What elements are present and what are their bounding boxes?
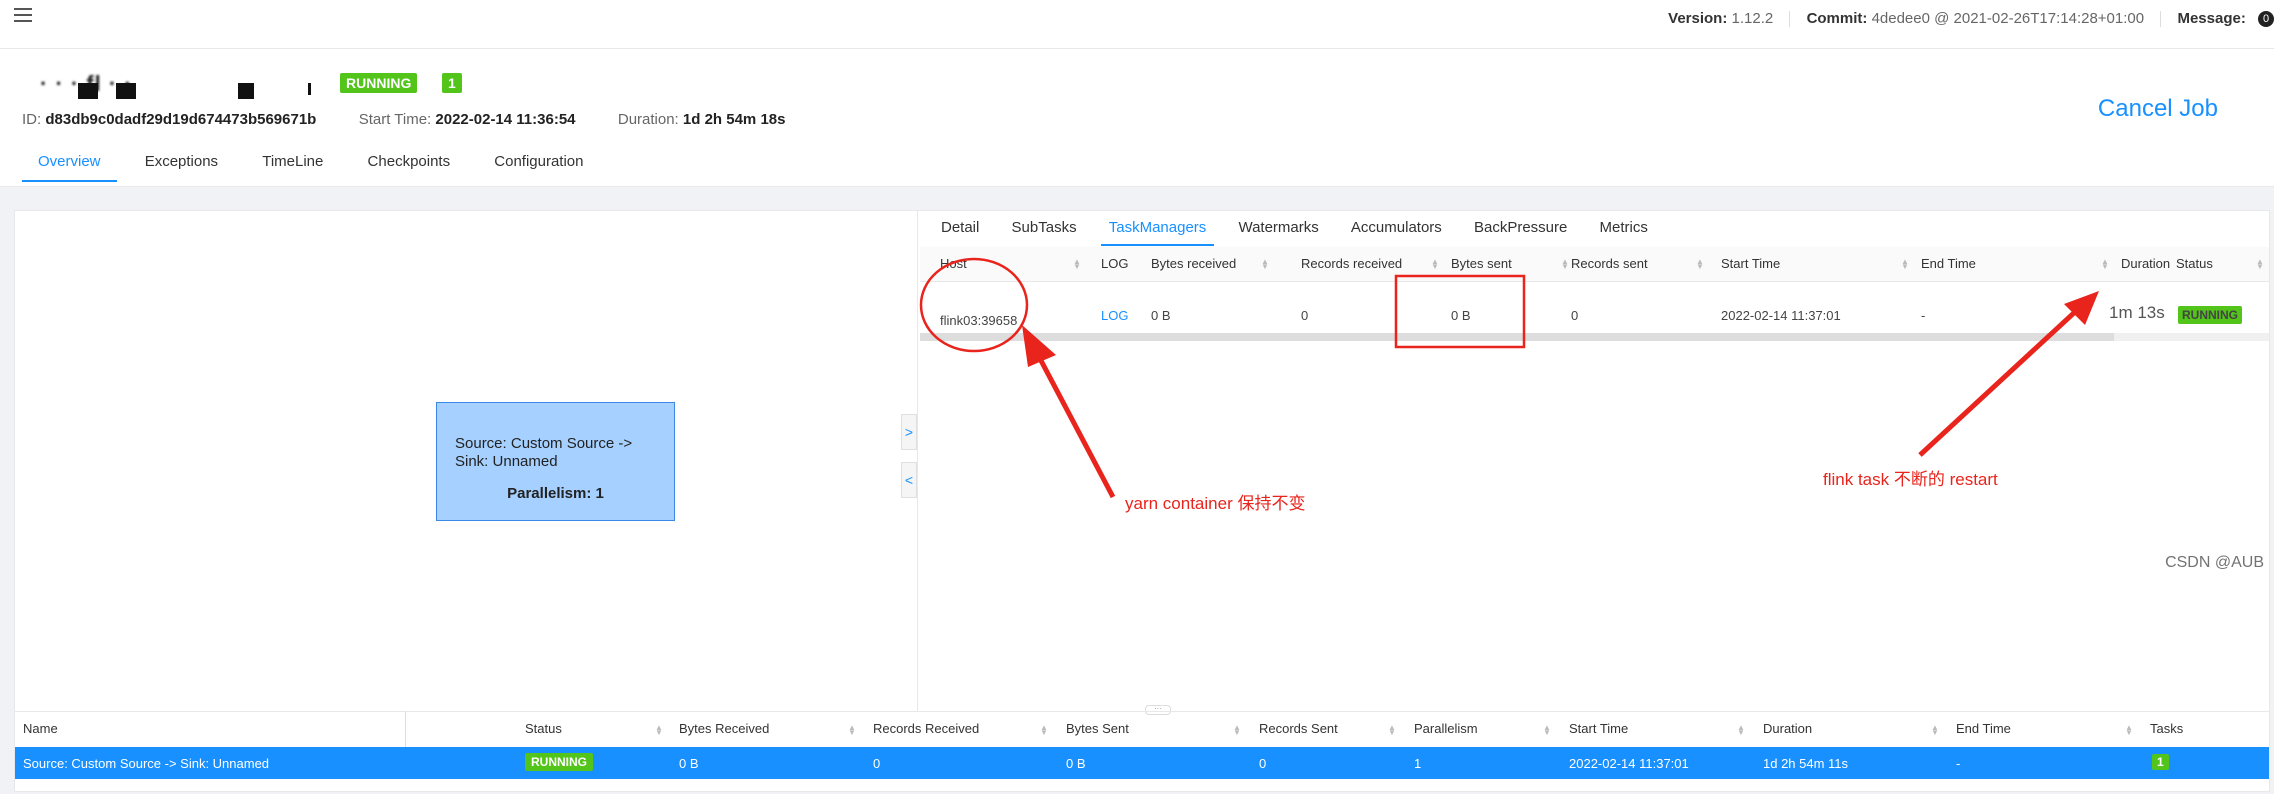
- message-label[interactable]: Message:: [2177, 10, 2245, 27]
- id-label: ID:: [22, 111, 42, 128]
- host-highlight-ellipse: [919, 257, 1029, 353]
- arrow-left-head: [1022, 325, 1056, 367]
- cell-parallelism: 1: [1414, 756, 1422, 771]
- version-value: 1.12.2: [1731, 10, 1774, 27]
- sort-icon[interactable]: ▲ ▼: [1233, 724, 1241, 737]
- job-status-badge: RUNNING: [340, 73, 418, 93]
- cell-name: Source: Custom Source -> Sink: Unnamed: [23, 756, 270, 771]
- col-parallelism[interactable]: Parallelism: [1414, 721, 1478, 736]
- table-row[interactable]: Source: Custom Source -> Sink: Unnamed R…: [15, 747, 2269, 779]
- watermark: CSDN @AUB: [2165, 554, 2264, 571]
- cell-start-time: 2022-02-14 11:37:01: [1569, 756, 1689, 771]
- tab-checkpoints[interactable]: Checkpoints: [352, 153, 467, 180]
- col-tasks[interactable]: Tasks: [2150, 721, 2183, 736]
- cancel-job-button[interactable]: Cancel Job: [2098, 95, 2218, 123]
- id-value: d83db9c0dadf29d19d674473b569671b: [45, 111, 317, 128]
- col-bytes-received[interactable]: Bytes Received: [679, 721, 769, 736]
- col-records-received[interactable]: Records Received: [873, 721, 979, 736]
- tab-timeline[interactable]: TimeLine: [246, 153, 339, 180]
- arrow-left-shaft: [1034, 351, 1116, 499]
- sort-icon[interactable]: ▲ ▼: [1543, 724, 1551, 737]
- sort-icon[interactable]: ▲ ▼: [1931, 724, 1939, 737]
- cell-duration: 1d 2h 54m 11s: [1763, 756, 1849, 771]
- sort-icon[interactable]: ▲ ▼: [1388, 724, 1396, 737]
- duration-label: Duration:: [617, 111, 679, 128]
- col-end-time[interactable]: End Time: [1956, 721, 2011, 736]
- duration-highlight-box: [1394, 274, 1526, 349]
- main-panel: Source: Custom Source -> Sink: Unnamed P…: [14, 210, 2270, 792]
- cell-status-badge: RUNNING: [525, 753, 593, 771]
- sort-icon[interactable]: ▲ ▼: [2125, 724, 2133, 737]
- commit-label: Commit:: [1806, 10, 1868, 27]
- redaction-block: [116, 83, 136, 99]
- annotation-left: yarn container 保持不变: [1125, 494, 1306, 513]
- tab-overview[interactable]: Overview: [22, 153, 117, 182]
- duration-value: 1d 2h 54m 18s: [682, 111, 786, 128]
- annotation-overlay: [919, 257, 2099, 499]
- start-time-value: 2022-02-14 11:36:54: [435, 111, 576, 128]
- cell-bytes-sent: 0 B: [1066, 756, 1086, 771]
- col-start-time[interactable]: Start Time: [1569, 721, 1628, 736]
- col-name[interactable]: Name: [23, 721, 58, 736]
- tab-exceptions[interactable]: Exceptions: [129, 153, 234, 180]
- top-bar: Version: 1.12.2 Commit: 4dedee0 @ 2021-0…: [0, 0, 2274, 49]
- start-time-label: Start Time:: [358, 111, 432, 128]
- sort-icon[interactable]: ▲ ▼: [1040, 724, 1048, 737]
- cell-bytes-received: 0 B: [679, 756, 699, 771]
- cell-records-sent: 0: [1259, 756, 1267, 771]
- sort-icon[interactable]: ▲ ▼: [848, 724, 856, 737]
- version-info: Version: 1.12.2 Commit: 4dedee0 @ 2021-0…: [1668, 10, 2274, 28]
- commit-value: 4dedee0 @ 2021-02-26T17:14:28+01:00: [1871, 10, 2145, 27]
- version-label: Version:: [1668, 10, 1728, 27]
- menu-icon[interactable]: [14, 8, 32, 22]
- cell-tasks-badge: 1: [2152, 754, 2169, 770]
- tab-configuration[interactable]: Configuration: [478, 153, 599, 180]
- col-bytes-sent[interactable]: Bytes Sent: [1066, 721, 1129, 736]
- annotation-right: flink task 不断的 restart: [1823, 470, 1998, 489]
- arrow-right-shaft: [1918, 309, 2078, 457]
- message-badge[interactable]: 0: [2258, 11, 2274, 28]
- main-tabs: Overview Exceptions TimeLine Checkpoints…: [22, 153, 608, 182]
- cell-records-received: 0: [873, 756, 881, 771]
- vertex-table: Name Status ▲ ▼ Bytes Received ▲ ▼ Records…: [15, 711, 2269, 791]
- redaction-block: [308, 83, 311, 95]
- sort-icon[interactable]: ▲ ▼: [1737, 724, 1745, 737]
- job-task-count-badge: 1: [442, 73, 462, 93]
- redaction-block: [78, 83, 98, 99]
- col-records-sent[interactable]: Records Sent: [1259, 721, 1338, 736]
- col-status[interactable]: Status: [525, 721, 562, 736]
- redaction-block: [238, 83, 254, 99]
- sort-icon[interactable]: ▲ ▼: [655, 724, 663, 737]
- cell-end-time: -: [1956, 756, 1961, 771]
- col-duration[interactable]: Duration: [1763, 721, 1812, 736]
- job-header: · · · fl · · RUNNING 1 ID: d83db9c0dadf2…: [0, 49, 2274, 187]
- job-meta: ID: d83db9c0dadf29d19d674473b569671b Sta…: [22, 111, 785, 128]
